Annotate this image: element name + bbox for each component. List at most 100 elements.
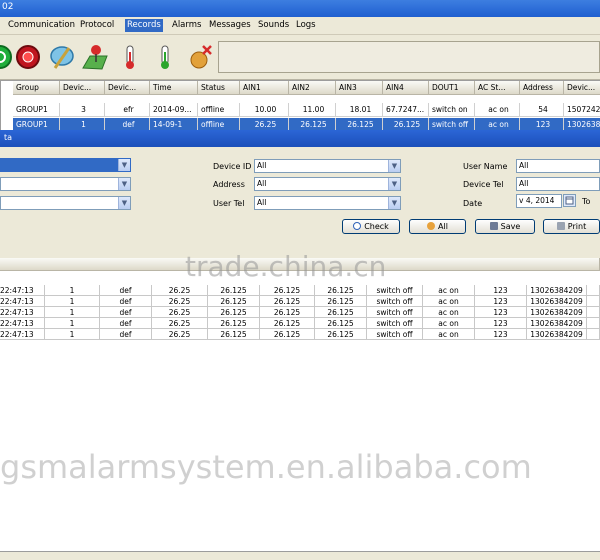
menu-protocol[interactable]: Protocol xyxy=(78,19,116,32)
device-select[interactable]: ▼ xyxy=(0,177,131,191)
table-cell[interactable]: 22:47:13 xyxy=(0,307,45,318)
check-button[interactable]: Check xyxy=(342,219,400,234)
column-header[interactable]: DOUT1 xyxy=(429,81,475,95)
table-cell[interactable]: 26.125 xyxy=(315,307,367,318)
table-cell[interactable] xyxy=(587,285,600,296)
alarm-cancel-icon[interactable] xyxy=(185,42,215,72)
table-cell[interactable]: 26.125 xyxy=(315,318,367,329)
table-cell[interactable]: 54 xyxy=(520,103,564,117)
map-pin-icon[interactable] xyxy=(80,42,110,72)
table-cell[interactable]: switch on xyxy=(429,103,475,117)
table-cell[interactable]: 22:47:13 xyxy=(0,285,45,296)
humidity-meter-icon[interactable] xyxy=(152,42,182,72)
table-cell[interactable]: 18.01 xyxy=(336,103,383,117)
table-cell[interactable]: ac on xyxy=(475,103,520,117)
column-header[interactable]: Status xyxy=(198,81,240,95)
table-cell[interactable]: switch off xyxy=(367,318,423,329)
table-cell[interactable]: 26.25 xyxy=(152,318,208,329)
save-button[interactable]: Save xyxy=(475,219,535,234)
table-cell[interactable]: 123 xyxy=(475,329,527,340)
menu-messages[interactable]: Messages xyxy=(207,19,253,32)
table-cell[interactable]: 22:47:13 xyxy=(0,329,45,340)
satellite-dish-icon[interactable] xyxy=(47,42,77,72)
table-cell[interactable]: 26.125 xyxy=(260,285,315,296)
table-cell[interactable]: 13026384209 xyxy=(527,329,587,340)
chevron-down-icon[interactable]: ▼ xyxy=(388,160,400,172)
table-cell[interactable]: ac on xyxy=(423,296,475,307)
device-tel-select[interactable]: All xyxy=(516,177,600,191)
column-header[interactable]: AIN4 xyxy=(383,81,429,95)
table-cell[interactable]: 26.25 xyxy=(152,307,208,318)
table-cell[interactable]: GROUP1 xyxy=(13,103,60,117)
table-cell[interactable]: 13026384209 xyxy=(527,285,587,296)
column-header[interactable]: Time xyxy=(150,81,198,95)
table-cell[interactable]: 26.125 xyxy=(208,318,260,329)
table-cell[interactable]: 123 xyxy=(475,285,527,296)
table-cell[interactable]: 123 xyxy=(475,296,527,307)
table-cell[interactable]: 13026384209 xyxy=(527,307,587,318)
table-cell[interactable]: 123 xyxy=(475,318,527,329)
address-select[interactable]: All ▼ xyxy=(254,177,401,191)
table-cell[interactable]: 1 xyxy=(45,296,100,307)
table-cell[interactable]: def xyxy=(100,318,152,329)
menu-communication[interactable]: Communication xyxy=(6,19,77,32)
table-cell[interactable]: switch off xyxy=(367,285,423,296)
table-cell[interactable] xyxy=(587,329,600,340)
user-tel-select[interactable]: All ▼ xyxy=(254,196,401,210)
date-picker[interactable]: v 4, 2014 xyxy=(516,194,562,208)
table-cell[interactable]: 1 xyxy=(45,285,100,296)
table-cell[interactable]: 67.7247... xyxy=(383,103,429,117)
table-cell[interactable]: 13026384209 xyxy=(527,318,587,329)
user-name-select[interactable]: All xyxy=(516,159,600,173)
table-cell[interactable]: 26.125 xyxy=(260,307,315,318)
table-cell[interactable]: 11.00 xyxy=(289,103,336,117)
table-cell[interactable]: def xyxy=(100,296,152,307)
table-cell[interactable]: switch off xyxy=(367,296,423,307)
table-cell[interactable]: 26.125 xyxy=(315,285,367,296)
table-cell[interactable]: 1 xyxy=(45,318,100,329)
table-cell[interactable]: 26.25 xyxy=(152,329,208,340)
table-cell[interactable]: 1 xyxy=(45,307,100,318)
table-cell[interactable]: ac on xyxy=(423,285,475,296)
table-cell[interactable]: 26.125 xyxy=(315,296,367,307)
table-cell[interactable]: efr xyxy=(105,103,150,117)
thermometer-icon[interactable] xyxy=(117,42,147,72)
table-cell[interactable]: ac on xyxy=(423,307,475,318)
table-cell[interactable]: offline xyxy=(198,103,240,117)
chevron-down-icon[interactable]: ▼ xyxy=(118,178,130,190)
table-cell[interactable]: 22:47:13 xyxy=(0,318,45,329)
table-cell[interactable]: 26.125 xyxy=(208,307,260,318)
menu-alarms[interactable]: Alarms xyxy=(170,19,203,32)
print-button[interactable]: Print xyxy=(543,219,600,234)
column-header[interactable]: Group xyxy=(13,81,60,95)
column-header[interactable]: AIN3 xyxy=(336,81,383,95)
device-id-select[interactable]: All ▼ xyxy=(254,159,401,173)
chevron-down-icon[interactable]: ▼ xyxy=(388,197,400,209)
table-cell[interactable]: 26.125 xyxy=(208,329,260,340)
column-header[interactable]: Devic... xyxy=(564,81,600,95)
table-cell[interactable]: def xyxy=(100,285,152,296)
table-cell[interactable]: switch off xyxy=(367,329,423,340)
column-header[interactable]: Devic... xyxy=(105,81,150,95)
column-header[interactable]: AIN1 xyxy=(240,81,289,95)
table-cell[interactable]: def xyxy=(100,329,152,340)
table-cell[interactable]: 22:47:13 xyxy=(0,296,45,307)
table-cell[interactable] xyxy=(587,318,600,329)
column-header[interactable]: AIN2 xyxy=(289,81,336,95)
column-header[interactable]: Devic... xyxy=(60,81,105,95)
column-header[interactable]: AC St... xyxy=(475,81,520,95)
table-cell[interactable]: ac on xyxy=(423,329,475,340)
table-cell[interactable]: def xyxy=(100,307,152,318)
table-cell[interactable] xyxy=(587,307,600,318)
table-cell[interactable]: 1507242... xyxy=(564,103,600,117)
table-cell[interactable]: 26.125 xyxy=(208,296,260,307)
table-cell[interactable]: switch off xyxy=(367,307,423,318)
table-cell[interactable]: 10.00 xyxy=(240,103,289,117)
table-cell[interactable]: 13026384209 xyxy=(527,296,587,307)
table-cell[interactable]: 3 xyxy=(60,103,105,117)
table-cell[interactable]: 123 xyxy=(475,307,527,318)
status-select[interactable]: ▼ xyxy=(0,196,131,210)
menu-records[interactable]: Records xyxy=(125,19,163,32)
calendar-icon[interactable] xyxy=(563,194,576,207)
table-cell[interactable]: 26.25 xyxy=(152,285,208,296)
